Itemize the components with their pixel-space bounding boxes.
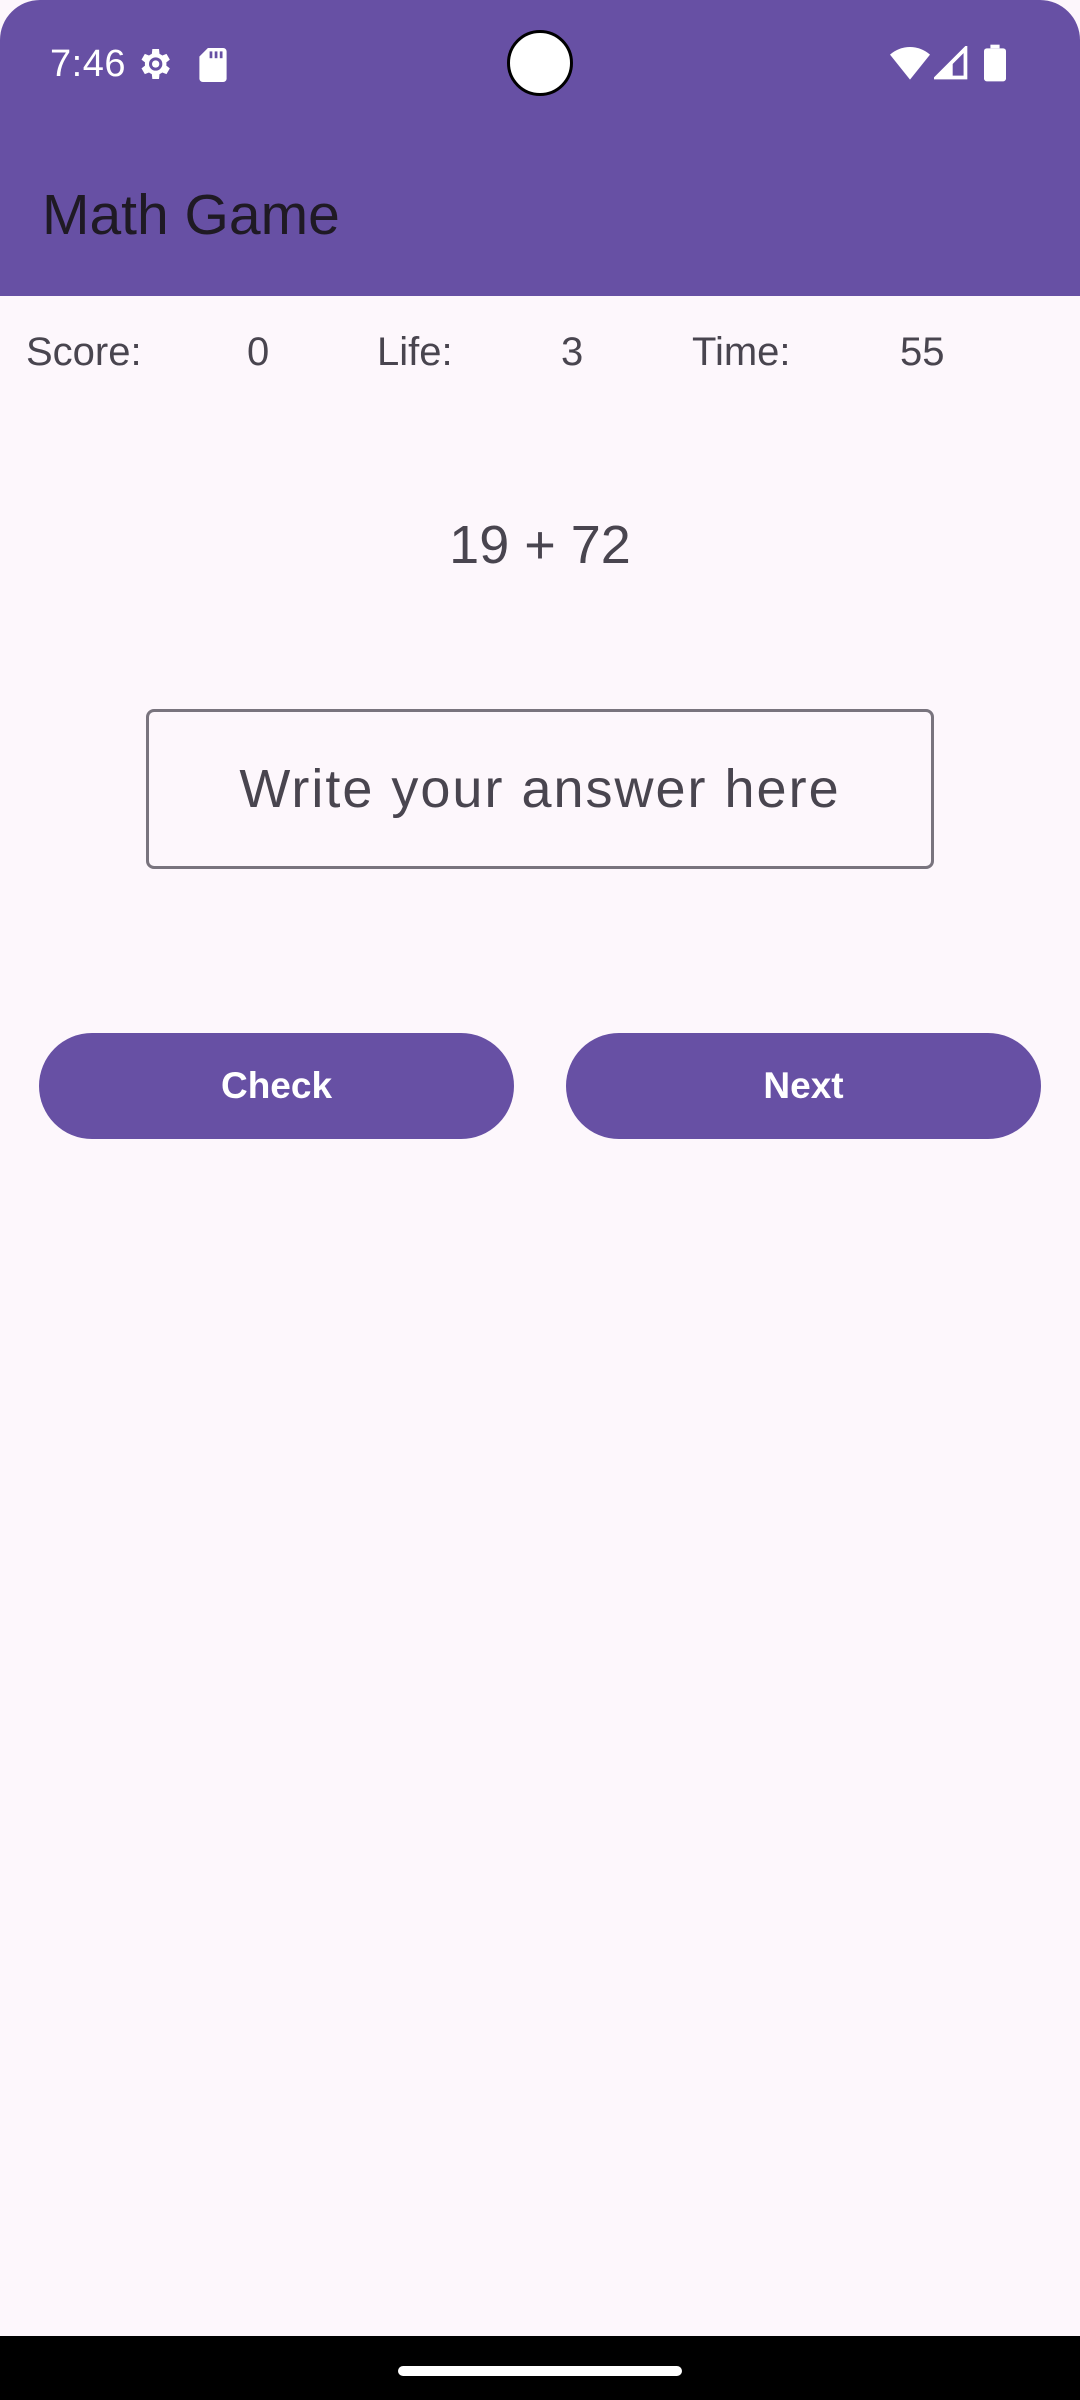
gear-icon	[141, 49, 170, 79]
wifi-icon	[890, 47, 930, 80]
next-button[interactable]: Next	[566, 1033, 1041, 1139]
life-value: 3	[561, 330, 584, 374]
time-value: 55	[900, 330, 945, 374]
time-label: Time:	[692, 330, 791, 374]
life-label: Life:	[377, 330, 453, 374]
signal-icon	[934, 46, 968, 80]
score-value: 0	[247, 330, 270, 374]
status-time: 7:46	[50, 43, 126, 85]
camera-cutout	[507, 30, 573, 96]
battery-icon	[984, 44, 1006, 82]
sdcard-icon	[199, 48, 227, 82]
status-bar: 7:46	[0, 0, 1080, 128]
answer-input[interactable]	[146, 709, 934, 869]
navigation-bar	[0, 2336, 1080, 2400]
check-button[interactable]: Check	[39, 1033, 514, 1139]
app-bar: Math Game	[0, 128, 1080, 296]
screen: 7:46 Math Game Score: 0 Life: 3 Time: 55…	[0, 0, 1080, 2400]
score-label: Score:	[26, 330, 142, 374]
question-text: 19 + 72	[449, 515, 631, 575]
app-title: Math Game	[42, 183, 340, 247]
home-indicator[interactable]	[398, 2366, 682, 2376]
